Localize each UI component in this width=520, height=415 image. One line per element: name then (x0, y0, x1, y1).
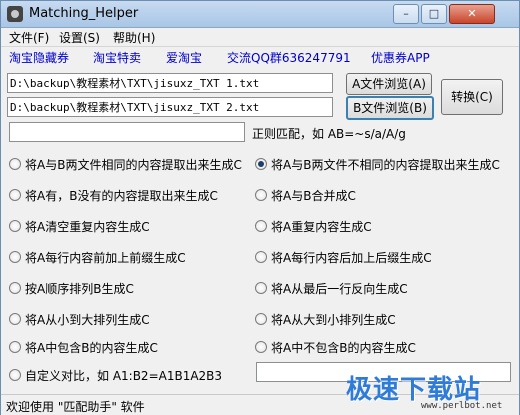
file-b-path-input[interactable]: D:\backup\教程素材\TXT\jisuxz_TXT 2.txt (7, 97, 333, 117)
app-logo-icon (7, 6, 23, 22)
app-window: Matching_Helper – □ ✕ 文件(F) 设置(S) 帮助(H) … (0, 0, 520, 415)
option-label: 将A每行内容后加上后缀生成C (271, 251, 432, 265)
radio-button[interactable] (255, 220, 267, 232)
radio-button[interactable] (255, 158, 267, 170)
option-label: 自定义对比，如 A1:B2=A1B1A2B3 (25, 369, 223, 383)
radio-button[interactable] (9, 220, 21, 232)
option-label: 将A有，B没有的内容提取出来生成C (25, 189, 218, 203)
menu-bar: 文件(F) 设置(S) 帮助(H) (1, 28, 519, 47)
radio-button[interactable] (9, 369, 21, 381)
browse-a-button[interactable]: A文件浏览(A) (346, 73, 432, 95)
option-label: 将A中包含B的内容生成C (25, 341, 158, 355)
close-button[interactable]: ✕ (449, 4, 495, 24)
maximize-button[interactable]: □ (421, 4, 447, 24)
link-ai-taobao[interactable]: 爱淘宝 (166, 49, 202, 66)
minimize-button[interactable]: – (393, 4, 419, 24)
radio-button[interactable] (9, 158, 21, 170)
radio-button[interactable] (9, 282, 21, 294)
regex-input[interactable] (9, 122, 245, 142)
radio-button[interactable] (9, 189, 21, 201)
radio-button[interactable] (9, 313, 21, 325)
convert-button[interactable]: 转换(C) (441, 79, 503, 115)
title-bar[interactable]: Matching_Helper – □ ✕ (1, 1, 519, 28)
menu-settings[interactable]: 设置(S) (59, 29, 100, 46)
option-label: 将A清空重复内容生成C (25, 220, 150, 234)
option-label: 将A与B合并成C (271, 189, 356, 203)
link-coupon-app[interactable]: 优惠券APP (371, 49, 430, 66)
browse-b-button[interactable]: B文件浏览(B) (346, 96, 434, 120)
option-label: 将A每行内容前加上前缀生成C (25, 251, 186, 265)
menu-file[interactable]: 文件(F) (9, 29, 49, 46)
radio-button[interactable] (255, 189, 267, 201)
option-label: 将A与B两文件相同的内容提取出来生成C (25, 158, 242, 172)
option-label: 按A顺序排列B生成C (25, 282, 134, 296)
file-a-path-input[interactable]: D:\backup\教程素材\TXT\jisuxz_TXT 1.txt (7, 73, 333, 93)
option-label: 将A与B两文件不相同的内容提取出来生成C (271, 158, 500, 172)
radio-button[interactable] (255, 251, 267, 263)
link-qq-group[interactable]: 交流QQ群636247791 (227, 49, 351, 66)
regex-label: 正则匹配，如 AB=~s/a/A/g (252, 127, 406, 141)
radio-button[interactable] (255, 282, 267, 294)
status-text: 欢迎使用 "匹配助手" 软件 (6, 400, 145, 414)
watermark-url: www.perlbot.net (421, 401, 503, 411)
radio-button[interactable] (255, 341, 267, 353)
link-taobao-sale[interactable]: 淘宝特卖 (93, 49, 141, 66)
link-bar: 淘宝隐藏券 淘宝特卖 爱淘宝 交流QQ群636247791 优惠券APP (1, 47, 519, 67)
window-title: Matching_Helper (29, 6, 139, 21)
menu-help[interactable]: 帮助(H) (113, 29, 155, 46)
option-label: 将A从小到大排列生成C (25, 313, 150, 327)
radio-button[interactable] (9, 251, 21, 263)
option-label: 将A从最后一行反向生成C (271, 282, 408, 296)
radio-button[interactable] (9, 341, 21, 353)
radio-button[interactable] (255, 313, 267, 325)
link-taobao-coupon[interactable]: 淘宝隐藏券 (9, 49, 69, 66)
option-label: 将A重复内容生成C (271, 220, 372, 234)
option-label: 将A从大到小排列生成C (271, 313, 396, 327)
option-label: 将A中不包含B的内容生成C (271, 341, 416, 355)
